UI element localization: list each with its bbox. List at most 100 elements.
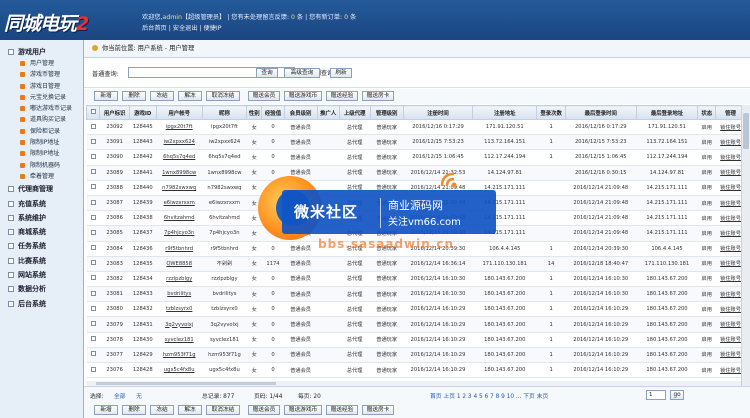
row-checkbox[interactable] — [90, 229, 96, 235]
table-cell[interactable]: hzm953f71g — [156, 347, 203, 364]
table-cell[interactable]: 6hq5s7q4ed — [156, 149, 203, 166]
sidebar-group[interactable]: 代理商管理 — [0, 182, 83, 196]
sidebar-item[interactable]: 元宝兑换记录 — [0, 92, 83, 103]
sidebar-item[interactable]: 保险柜记录 — [0, 126, 83, 137]
table-cell[interactable]: 6hvitzahmd — [156, 210, 203, 227]
select-all-checkbox[interactable] — [90, 109, 96, 114]
sidebar-group[interactable]: 网站系统 — [0, 268, 83, 282]
column-header[interactable]: 性别 — [246, 105, 263, 120]
sidebar-group[interactable]: 充值系统 — [0, 197, 83, 211]
column-header[interactable]: 用户帐号 — [155, 105, 203, 120]
column-header[interactable]: 管理级别 — [369, 105, 404, 120]
column-header[interactable]: 经验值 — [261, 105, 285, 120]
row-checkbox[interactable] — [90, 366, 96, 372]
sidebar-item[interactable]: 游戏币管理 — [0, 69, 83, 80]
toolbar-top-button-4[interactable]: 取消冻结 — [206, 91, 240, 101]
sidebar-group[interactable]: 系统维护 — [0, 211, 83, 225]
sidebar-group[interactable]: 商城系统 — [0, 225, 83, 239]
column-header[interactable]: 会员级别 — [283, 105, 318, 120]
column-header[interactable]: 登录次数 — [536, 105, 566, 120]
row-checkbox[interactable] — [90, 138, 96, 144]
sidebar-item[interactable]: 游戏日管理 — [0, 81, 83, 92]
table-cell[interactable]: iw2xpxx624 — [156, 134, 203, 151]
column-header[interactable]: 游戏ID — [129, 105, 157, 120]
sidebar-group[interactable]: 后台系统 — [0, 297, 83, 311]
table-cell[interactable]: rzzlpzblgy — [156, 271, 203, 288]
column-header[interactable]: 推广人 — [316, 105, 340, 120]
table-row[interactable]: 23079 128431 3q2vyvolxj 3q2vyvolxj 女 0 普通会员 总代理… — [86, 316, 746, 333]
table-cell[interactable]: r9f5tbnhrd — [156, 241, 203, 257]
row-checkbox[interactable] — [90, 245, 96, 251]
table-cell[interactable]: 1wnx8998cw — [156, 165, 203, 181]
table-cell[interactable]: syvclez181 — [156, 332, 203, 348]
column-header[interactable]: 注册地址 — [472, 105, 538, 120]
column-header[interactable]: 昵称 — [201, 105, 248, 120]
go-button[interactable]: go — [670, 390, 684, 400]
pager-links[interactable]: 首页 上页 1 2 3 4 5 6 7 8 9 10 ... 下页 末页 — [430, 391, 548, 400]
sidebar-item[interactable]: 用户管理 — [0, 58, 83, 69]
select-none-link[interactable]: 无 — [136, 391, 142, 400]
row-checkbox[interactable] — [90, 153, 96, 159]
sidebar-group[interactable]: 数据分析 — [0, 282, 83, 296]
header-links[interactable]: 后台首页 | 安全退出 | 便捷IP — [142, 23, 221, 32]
table-cell[interactable]: n7982swxwq — [156, 180, 203, 196]
toolbar-bottom-button-1[interactable]: 删除 — [122, 405, 146, 415]
column-header[interactable] — [85, 105, 101, 120]
toolbar-top-button-1[interactable]: 删除 — [122, 91, 146, 101]
sidebar-item[interactable]: 限制机器码 — [0, 160, 83, 171]
column-header[interactable]: 最后登录地址 — [635, 105, 699, 120]
sidebar-group[interactable]: 比赛系统 — [0, 254, 83, 268]
sidebar-group[interactable]: 游戏用户 — [0, 46, 83, 58]
table-cell[interactable]: ipgx20t7ft — [156, 119, 203, 136]
table-row[interactable]: 23076 128428 ugx5c4fx8u ugx5c4fx8u 女 0 普通会员 总代理… — [86, 362, 746, 379]
order-count[interactable]: 0 — [344, 14, 348, 21]
table-cell[interactable]: e6iwzxrxxm — [156, 195, 203, 212]
vertical-scrollbar[interactable] — [741, 105, 750, 386]
toolbar-top-button-3[interactable]: 解冻 — [178, 91, 202, 101]
toolbar-bottom-button-8[interactable]: 赠送房卡 — [362, 405, 394, 415]
table-row[interactable]: 23077 128429 hzm953f71g hzm953f71g 女 0 普通会员 总代理… — [86, 347, 746, 364]
row-checkbox[interactable] — [90, 321, 96, 327]
table-row[interactable]: 23082 128434 rzzlpzblgy rzzlpzblgy 女 0 普通会员 总代理… — [86, 271, 746, 288]
advanced-query-button[interactable]: 高级查询 — [284, 68, 320, 78]
column-header[interactable]: 上级代理 — [338, 105, 371, 120]
toolbar-top-button-7[interactable]: 赠送经验 — [326, 91, 358, 101]
toolbar-bottom-button-4[interactable]: 取消冻结 — [206, 405, 240, 415]
sidebar-item[interactable]: 牵着管理 — [0, 171, 83, 182]
select-all-link[interactable]: 全部 — [114, 391, 126, 400]
row-checkbox[interactable] — [90, 184, 96, 190]
table-cell[interactable]: tzblzsyrx0 — [156, 301, 203, 318]
refresh-button[interactable]: 刷新 — [330, 68, 352, 78]
toolbar-bottom-button-2[interactable]: 冻结 — [150, 405, 174, 415]
sidebar-item[interactable]: 道具购买记录 — [0, 114, 83, 125]
page-input[interactable]: 1 — [646, 390, 666, 400]
table-row[interactable]: 23080 128432 tzblzsyrx0 tzblzsyrx0 女 0 普通会员 总代理… — [86, 301, 746, 318]
vertical-scroll-thumb[interactable] — [743, 113, 749, 149]
toolbar-top-button-0[interactable]: 新增 — [94, 91, 118, 101]
column-header[interactable]: 最后登录时间 — [564, 105, 637, 120]
row-checkbox[interactable] — [90, 214, 96, 220]
table-cell[interactable]: 3q2vyvolxj — [156, 316, 203, 333]
table-row[interactable]: 23083 128435 QWE8858 不剁剁女 1174 普通会员 总代理 普通玩家 201… — [86, 256, 746, 272]
table-row[interactable]: 23091 128443 iw2xpxx624 iw2xpxx624 女 0 普通会员 总代理… — [86, 134, 746, 151]
toolbar-bottom-button-5[interactable]: 赠送会员 — [248, 405, 280, 415]
row-checkbox[interactable] — [90, 260, 96, 266]
column-header[interactable]: 状态 — [697, 105, 717, 120]
sidebar-item[interactable]: 限制IP地址 — [0, 137, 83, 148]
horizontal-scroll-thumb[interactable] — [96, 382, 276, 385]
table-cell[interactable]: ugx5c4fx8u — [156, 362, 203, 379]
table-row[interactable]: 23090 128442 6hq5s7q4ed 6hq5s7q4ed 女 0 普通会员 总代理… — [86, 149, 746, 166]
table-cell[interactable]: bvdrilitys — [156, 286, 203, 303]
toolbar-bottom-button-6[interactable]: 赠送游戏币 — [284, 405, 322, 415]
row-checkbox[interactable] — [90, 351, 96, 357]
column-header[interactable]: 用户标识 — [99, 105, 131, 120]
row-checkbox[interactable] — [90, 305, 96, 311]
row-checkbox[interactable] — [90, 275, 96, 281]
row-checkbox[interactable] — [90, 199, 96, 205]
toolbar-bottom-button-3[interactable]: 解冻 — [178, 405, 202, 415]
toolbar-bottom-button-0[interactable]: 新增 — [94, 405, 118, 415]
sidebar-item[interactable]: 限制IP地址 — [0, 148, 83, 159]
table-cell[interactable]: QWE8858 — [156, 256, 203, 272]
toolbar-top-button-8[interactable]: 赠送房卡 — [362, 91, 394, 101]
table-row[interactable]: 23092 128445 ipgx20t7ft ipgx20t7ft 女 0 普通会员 总代理… — [86, 119, 746, 136]
